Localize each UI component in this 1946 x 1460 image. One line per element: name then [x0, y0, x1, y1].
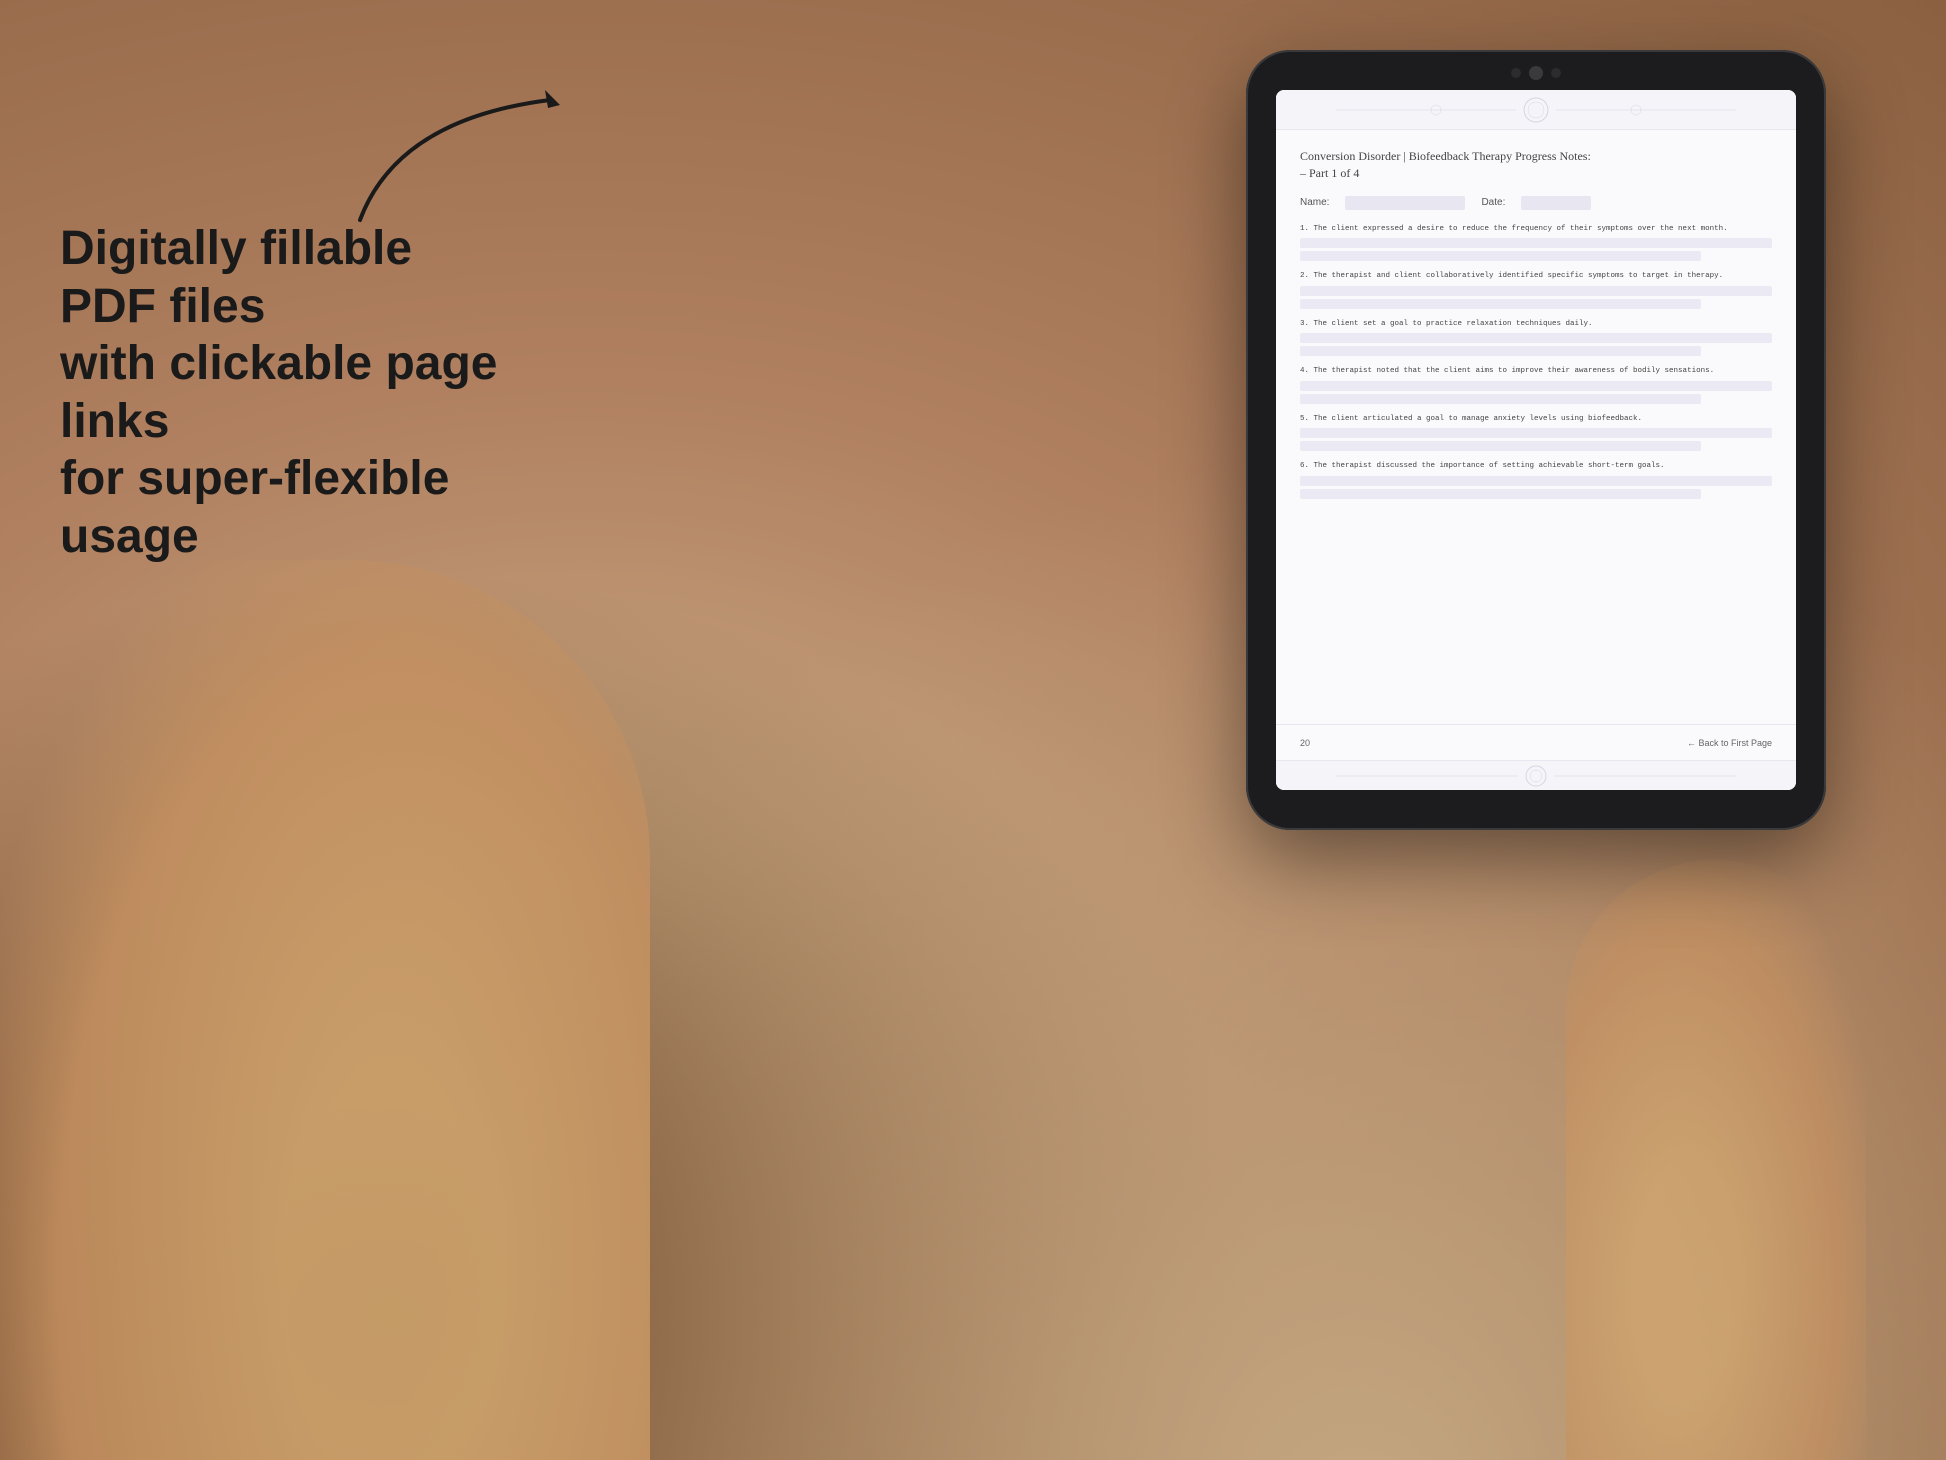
doc-item-6: 6. The therapist discussed the importanc…	[1300, 461, 1772, 499]
item-4-lines	[1300, 381, 1772, 404]
fill-line[interactable]	[1300, 476, 1772, 486]
item-5-text: 5. The client articulated a goal to mana…	[1300, 414, 1772, 425]
fill-line[interactable]	[1300, 441, 1701, 451]
hand-right-decoration	[1566, 860, 1866, 1460]
hand-left-decoration	[0, 560, 650, 1460]
screen-bottom-pattern	[1276, 760, 1796, 790]
fill-line[interactable]	[1300, 428, 1772, 438]
doc-title-line2: – Part 1 of 4	[1300, 166, 1359, 180]
fill-line[interactable]	[1300, 238, 1772, 248]
tablet-screen: Conversion Disorder | Biofeedback Therap…	[1276, 90, 1796, 790]
fill-line[interactable]	[1300, 346, 1701, 356]
fill-line[interactable]	[1300, 489, 1701, 499]
page-number: 20	[1300, 738, 1310, 748]
tagline-line1: Digitally fillable PDF files	[60, 222, 412, 333]
name-label: Name:	[1300, 197, 1329, 208]
tagline-line2: with clickable page links	[60, 337, 497, 448]
item-2-text: 2. The therapist and client collaborativ…	[1300, 271, 1772, 282]
doc-items: 1. The client expressed a desire to redu…	[1300, 224, 1772, 499]
doc-item-5: 5. The client articulated a goal to mana…	[1300, 414, 1772, 452]
fill-line[interactable]	[1300, 394, 1701, 404]
back-to-first-page-link[interactable]: ← Back to First Page	[1687, 738, 1772, 748]
fill-line[interactable]	[1300, 333, 1772, 343]
item-3-text: 3. The client set a goal to practice rel…	[1300, 319, 1772, 330]
fill-line[interactable]	[1300, 299, 1701, 309]
item-3-lines	[1300, 333, 1772, 356]
item-6-text: 6. The therapist discussed the importanc…	[1300, 461, 1772, 472]
item-1-text: 1. The client expressed a desire to redu…	[1300, 224, 1772, 235]
doc-item-2: 2. The therapist and client collaborativ…	[1300, 271, 1772, 309]
screen-content: Conversion Disorder | Biofeedback Therap…	[1276, 130, 1796, 724]
doc-item-3: 3. The client set a goal to practice rel…	[1300, 319, 1772, 357]
camera-dot-right	[1551, 68, 1561, 78]
screen-top-pattern	[1276, 90, 1796, 130]
name-input-field[interactable]	[1345, 196, 1465, 210]
doc-item-1: 1. The client expressed a desire to redu…	[1300, 224, 1772, 262]
tagline-text: Digitally fillable PDF files with clicka…	[60, 220, 510, 566]
fill-line[interactable]	[1300, 381, 1772, 391]
item-4-text: 4. The therapist noted that the client a…	[1300, 366, 1772, 377]
tablet-device: Conversion Disorder | Biofeedback Therap…	[1246, 50, 1826, 830]
tablet-camera-bar	[1511, 66, 1561, 80]
fill-line[interactable]	[1300, 286, 1772, 296]
name-date-row: Name: Date:	[1300, 196, 1772, 210]
fill-line[interactable]	[1300, 251, 1701, 261]
item-5-lines	[1300, 428, 1772, 451]
screen-footer: 20 ← Back to First Page	[1276, 724, 1796, 760]
item-2-lines	[1300, 286, 1772, 309]
item-6-lines	[1300, 476, 1772, 499]
camera-dot-left	[1511, 68, 1521, 78]
doc-title-line1: Conversion Disorder | Biofeedback Therap…	[1300, 149, 1591, 163]
date-label: Date:	[1481, 197, 1505, 208]
doc-item-4: 4. The therapist noted that the client a…	[1300, 366, 1772, 404]
doc-title: Conversion Disorder | Biofeedback Therap…	[1300, 148, 1772, 182]
tagline-container: Digitally fillable PDF files with clicka…	[60, 220, 510, 566]
camera-dot-center	[1529, 66, 1543, 80]
tablet-wrapper: Conversion Disorder | Biofeedback Therap…	[1246, 50, 1826, 830]
date-input-field[interactable]	[1521, 196, 1591, 210]
item-1-lines	[1300, 238, 1772, 261]
tagline-line3: for super-flexible usage	[60, 452, 449, 563]
